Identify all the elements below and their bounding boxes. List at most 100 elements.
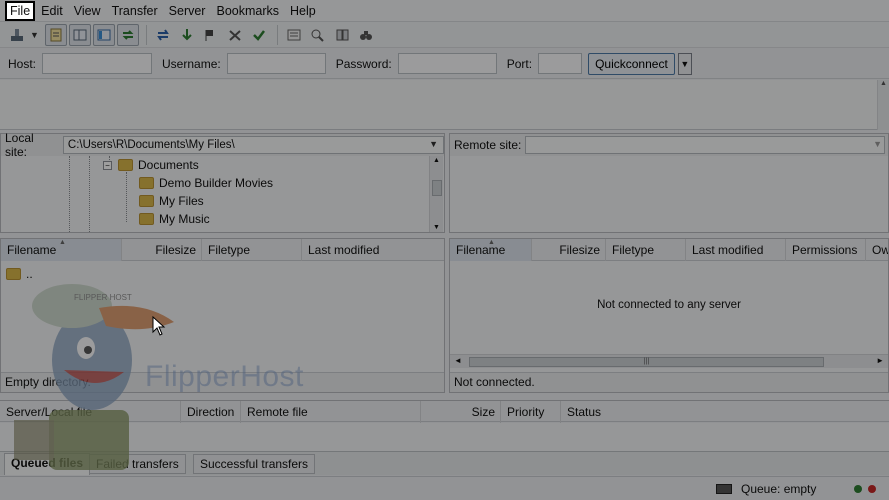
password-input[interactable] [397,53,497,74]
tree-item-my-files[interactable]: My Files [139,192,204,210]
tree-item-demo-builder-movies[interactable]: Demo Builder Movies [139,174,273,192]
local-file-list: Filename Filesize Filetype Last modified… [0,238,445,393]
tree-item-documents[interactable]: − Documents [103,156,199,174]
folder-icon [118,159,133,171]
toggle-queue-icon[interactable] [116,23,139,46]
remote-horizontal-scrollbar[interactable]: ◄ ||| ► [450,354,888,368]
column-last-modified[interactable]: Last modified [302,239,444,261]
process-queue-icon[interactable] [176,24,198,46]
toggle-remote-tree-icon[interactable] [92,23,115,46]
local-status: Empty directory. [1,372,444,392]
host-label: Host: [8,56,37,71]
disconnect-icon[interactable] [224,24,246,46]
queue-tabs: Queued files Failed transfers Successful… [0,451,889,475]
remote-tree-panel: Remote site: ▼ [449,133,889,233]
port-input[interactable] [538,53,583,74]
remote-file-list: Filename Filesize Filetype Last modified… [449,238,889,393]
message-log: ▲ [0,80,889,130]
column-priority[interactable]: Priority [501,401,561,423]
remote-column-header: Filename Filesize Filetype Last modified… [450,238,888,261]
column-filetype[interactable]: Filetype [202,238,302,261]
toggle-local-tree-icon[interactable] [68,23,91,46]
scroll-left-icon[interactable]: ◄ [454,356,462,365]
search-remote-icon[interactable] [355,24,377,46]
column-last-modified[interactable]: Last modified [686,238,786,261]
menu-bar: File Edit View Transfer Server Bookmarks… [0,0,889,22]
username-label: Username: [162,56,221,71]
local-site-label: Local site: [5,131,34,159]
column-filesize[interactable]: Filesize [532,238,606,261]
scroll-right-icon[interactable]: ► [876,356,884,365]
tree-item-label: My Files [159,194,204,208]
collapse-icon[interactable]: − [103,160,112,170]
local-tree-scrollbar[interactable]: ▲ ▼ [429,156,443,232]
toolbar-separator [145,24,147,45]
column-owner[interactable]: Ow [866,239,888,261]
synchronized-browsing-icon[interactable] [331,24,353,46]
menu-bookmarks[interactable]: Bookmarks [211,2,284,20]
column-server-local-file[interactable]: Server/Local file [0,401,181,423]
toolbar: ▼ [0,22,889,48]
menu-edit[interactable]: Edit [36,2,68,20]
cancel-icon[interactable] [200,24,222,46]
menu-server[interactable]: Server [164,2,211,20]
column-remote-file[interactable]: Remote file [241,401,421,423]
remote-status: Not connected. [450,372,888,392]
local-path-input[interactable]: C:\Users\R\Documents\My Files\ [62,136,444,154]
directory-listing-filters-icon[interactable] [283,24,305,46]
quickconnect-button[interactable]: Quickconnect [588,52,675,75]
scroll-up-icon[interactable]: ▲ [433,157,440,164]
column-status[interactable]: Status [561,401,681,423]
not-connected-message: Not connected to any server [597,299,741,311]
column-filetype[interactable]: Filetype [606,238,686,261]
menu-file[interactable]: File [5,0,36,21]
menu-help[interactable]: Help [285,2,321,20]
remote-path-input[interactable] [525,136,886,154]
tab-queued-files[interactable]: Queued files [4,453,91,475]
toolbar-separator [276,24,278,45]
receive-led-icon [854,485,862,493]
tab-successful-transfers[interactable]: Successful transfers [193,454,316,474]
tree-guide-line [69,156,70,232]
column-permissions[interactable]: Permissions [786,238,866,261]
local-column-header: Filename Filesize Filetype Last modified [1,238,444,261]
password-label: Password: [335,56,392,71]
folder-icon [139,195,154,207]
log-scrollbar[interactable]: ▲ [877,80,889,130]
remote-path-dropdown-icon[interactable]: ▼ [873,139,882,149]
local-path-dropdown-icon[interactable]: ▼ [429,139,438,149]
sort-ascending-icon: ▲ [488,239,495,246]
quickconnect-history-dropdown-icon[interactable]: ▼ [677,52,692,75]
column-size[interactable]: Size [421,401,501,423]
file-row-parent[interactable]: .. [6,265,33,283]
site-manager-icon[interactable] [6,24,28,46]
send-led-icon [868,485,876,493]
tree-guide-line [89,156,90,232]
site-manager-dropdown-icon[interactable]: ▼ [30,30,39,40]
folder-icon [139,177,154,189]
queue-status-text: Queue: empty [741,482,817,496]
menu-view[interactable]: View [69,2,106,20]
column-direction[interactable]: Direction [181,401,241,423]
scroll-thumb[interactable]: ||| [469,357,824,367]
host-input[interactable] [42,53,153,74]
tab-failed-transfers[interactable]: Failed transfers [89,454,186,474]
folder-icon [6,268,21,280]
local-tree-panel: Local site: C:\Users\R\Documents\My File… [0,131,445,233]
menu-transfer[interactable]: Transfer [107,2,163,20]
scroll-thumb[interactable] [432,180,442,196]
username-input[interactable] [226,53,326,74]
refresh-icon[interactable] [152,24,174,46]
port-label: Port: [506,56,533,71]
reconnect-icon[interactable] [248,24,270,46]
compare-directories-icon[interactable] [307,24,329,46]
tree-item-label: Documents [138,158,199,172]
tree-item-label: Demo Builder Movies [159,176,274,190]
local-site-bar: Local site: C:\Users\R\Documents\My File… [1,131,444,159]
toggle-log-icon[interactable] [44,23,67,46]
queue-list [0,423,889,451]
tree-item-my-music[interactable]: My Music [139,210,210,228]
file-row-label: .. [26,267,33,281]
scroll-down-icon[interactable]: ▼ [433,224,440,231]
column-filesize[interactable]: Filesize [122,238,202,261]
